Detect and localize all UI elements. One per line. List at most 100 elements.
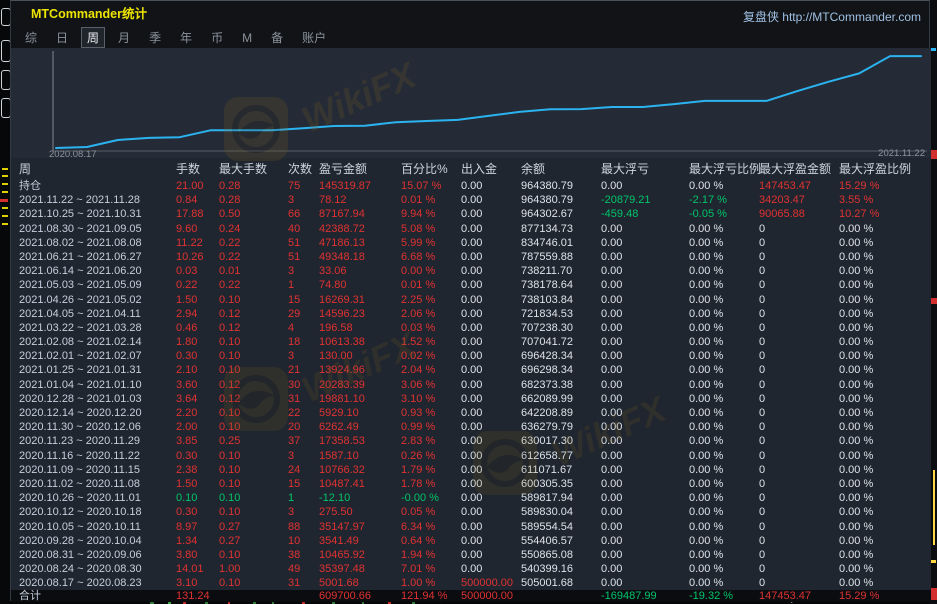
table-cell: 0.00 %: [839, 505, 873, 519]
menu-item-年[interactable]: 年: [175, 28, 197, 47]
table-cell: 0.00: [461, 307, 482, 321]
x-axis-start-label: 2020.08.17: [49, 149, 97, 158]
table-row[interactable]: 2020.12.14 ~ 2020.12.202.200.10225929.10…: [11, 406, 931, 420]
menu-item-备[interactable]: 备: [266, 28, 288, 47]
table-row[interactable]: 2020.11.16 ~ 2020.11.220.300.1031587.100…: [11, 449, 931, 463]
background-window-left-sliver: [0, 0, 10, 604]
column-header: 余额: [521, 159, 545, 179]
table-cell: 0.10: [219, 505, 240, 519]
period-label: 2021.08.30 ~ 2021.09.05: [19, 222, 142, 236]
table-cell: 0.00: [601, 278, 622, 292]
table-cell: 0.00: [601, 363, 622, 377]
table-row[interactable]: 2021.04.26 ~ 2021.05.021.500.101516269.3…: [11, 293, 931, 307]
table-cell: 0: [759, 293, 765, 307]
table-row[interactable]: 2020.11.30 ~ 2020.12.062.000.10206262.49…: [11, 420, 931, 434]
menu-item-账户[interactable]: 账户: [297, 28, 331, 47]
table-cell: 0.00: [461, 477, 482, 491]
table-cell: 0.00 %: [839, 434, 873, 448]
table-cell: 696428.34: [521, 349, 573, 363]
table-cell: 0.00 %: [839, 307, 873, 321]
table-cell: 47186.13: [319, 236, 365, 250]
table-row[interactable]: 2021.03.22 ~ 2021.03.280.460.124196.580.…: [11, 321, 931, 335]
table-cell: 0.00: [601, 179, 622, 193]
table-row[interactable]: 2020.11.09 ~ 2020.11.152.380.102410766.3…: [11, 463, 931, 477]
table-cell: 834746.01: [521, 236, 573, 250]
table-row[interactable]: 2021.02.01 ~ 2021.02.070.300.103130.000.…: [11, 349, 931, 363]
table-row[interactable]: 2020.11.02 ~ 2020.11.081.500.101510487.4…: [11, 477, 931, 491]
column-header: 盈亏金额: [319, 159, 367, 179]
period-label: 2021.02.01 ~ 2021.02.07: [19, 349, 142, 363]
menu-item-综[interactable]: 综: [20, 28, 42, 47]
table-cell: 0.00: [461, 363, 482, 377]
table-row[interactable]: 2020.08.24 ~ 2020.08.3014.011.004935397.…: [11, 562, 931, 576]
menu-item-币[interactable]: 币: [206, 28, 228, 47]
table-row[interactable]: 2020.10.26 ~ 2020.11.010.100.101-12.10-0…: [11, 491, 931, 505]
menu-item-日[interactable]: 日: [51, 28, 73, 47]
period-label: 2020.08.24 ~ 2020.08.30: [19, 562, 142, 576]
menu-item-周[interactable]: 周: [82, 28, 104, 47]
table-row[interactable]: 2021.01.04 ~ 2021.01.103.600.123020283.3…: [11, 378, 931, 392]
table-cell: 0: [759, 378, 765, 392]
table-cell: 7.01 %: [401, 562, 435, 576]
table-cell: 0: [759, 463, 765, 477]
table-row[interactable]: 2021.06.14 ~ 2021.06.200.030.01333.060.0…: [11, 264, 931, 278]
table-row[interactable]: 2021.02.08 ~ 2021.02.141.800.101810613.3…: [11, 335, 931, 349]
table-cell: 738211.70: [521, 264, 572, 278]
table-cell: 0: [759, 434, 765, 448]
table-row[interactable]: 2020.09.28 ~ 2020.10.041.340.27103541.49…: [11, 534, 931, 548]
table-cell: 0.00 %: [689, 463, 723, 477]
table-row[interactable]: 2021.04.05 ~ 2021.04.112.940.122914596.2…: [11, 307, 931, 321]
table-cell: 0.00 %: [689, 406, 723, 420]
table-cell: 0.10: [219, 477, 240, 491]
table-cell: 37: [288, 434, 300, 448]
table-row[interactable]: 2020.08.31 ~ 2020.09.063.800.103810465.9…: [11, 548, 931, 562]
equity-chart: 2020.08.17 2021.11.22: [11, 48, 931, 158]
table-row[interactable]: 2021.01.25 ~ 2021.01.312.100.102113924.9…: [11, 363, 931, 377]
table-row[interactable]: 2021.08.02 ~ 2021.08.0811.220.225147186.…: [11, 236, 931, 250]
table-cell: 0: [759, 449, 765, 463]
table-row[interactable]: 2021.06.21 ~ 2021.06.2710.260.225149348.…: [11, 250, 931, 264]
menu-item-M[interactable]: M: [237, 30, 257, 46]
table-cell: 540399.16: [521, 562, 573, 576]
table-cell: 3: [288, 193, 294, 207]
background-fragment: [2, 223, 8, 225]
table-cell: 0.00 %: [689, 179, 723, 193]
table-row[interactable]: 2020.11.23 ~ 2020.11.293.850.253717358.5…: [11, 434, 931, 448]
table-row[interactable]: 持仓21.000.2875145319.8715.07 %0.00964380.…: [11, 179, 931, 193]
table-row[interactable]: 2021.05.03 ~ 2021.05.090.220.22174.800.0…: [11, 278, 931, 292]
table-cell: 0.00 %: [689, 534, 723, 548]
menu-item-季[interactable]: 季: [144, 28, 166, 47]
table-cell: 0.00 %: [401, 264, 435, 278]
table-cell: 0: [759, 278, 765, 292]
table-cell: 0.93 %: [401, 406, 435, 420]
table-row[interactable]: 2020.12.28 ~ 2021.01.033.640.123119881.1…: [11, 392, 931, 406]
table-cell: 3: [288, 505, 294, 519]
table-cell: 0.00: [461, 505, 482, 519]
table-row[interactable]: 2021.11.22 ~ 2021.11.280.840.28378.120.0…: [11, 193, 931, 207]
table-cell: 0.22: [219, 278, 240, 292]
table-cell: 0.01 %: [401, 278, 435, 292]
table-cell: 0.00 %: [839, 477, 873, 491]
table-row[interactable]: 2020.10.05 ~ 2020.10.118.970.278835147.9…: [11, 520, 931, 534]
table-cell: 1587.10: [319, 449, 359, 463]
menu-item-月[interactable]: 月: [113, 28, 135, 47]
table-cell: 0: [759, 420, 765, 434]
table-cell: 3: [288, 349, 294, 363]
total-cell: 121.94 %: [401, 590, 447, 602]
table-row[interactable]: 2021.08.30 ~ 2021.09.059.600.244042388.7…: [11, 222, 931, 236]
period-label: 2020.12.14 ~ 2020.12.20: [19, 406, 142, 420]
table-cell: 738178.64: [521, 278, 573, 292]
table-row[interactable]: 2021.10.25 ~ 2021.10.3117.880.506687167.…: [11, 207, 931, 221]
table-cell: 0.22: [176, 278, 197, 292]
table-cell: 0.01 %: [401, 193, 435, 207]
table-cell: 0.00: [601, 250, 622, 264]
table-row[interactable]: 2020.10.12 ~ 2020.10.180.300.103275.500.…: [11, 505, 931, 519]
table-cell: 0.00 %: [689, 576, 723, 590]
table-row[interactable]: 2020.08.17 ~ 2020.08.233.100.10315001.68…: [11, 576, 931, 590]
table-cell: 0.00: [461, 193, 482, 207]
column-header: 最大浮亏: [601, 159, 649, 179]
table-cell: 877134.73: [521, 222, 573, 236]
table-cell: 0.00: [601, 505, 622, 519]
table-cell: 0.00 %: [689, 293, 723, 307]
table-cell: 0.30: [176, 505, 197, 519]
